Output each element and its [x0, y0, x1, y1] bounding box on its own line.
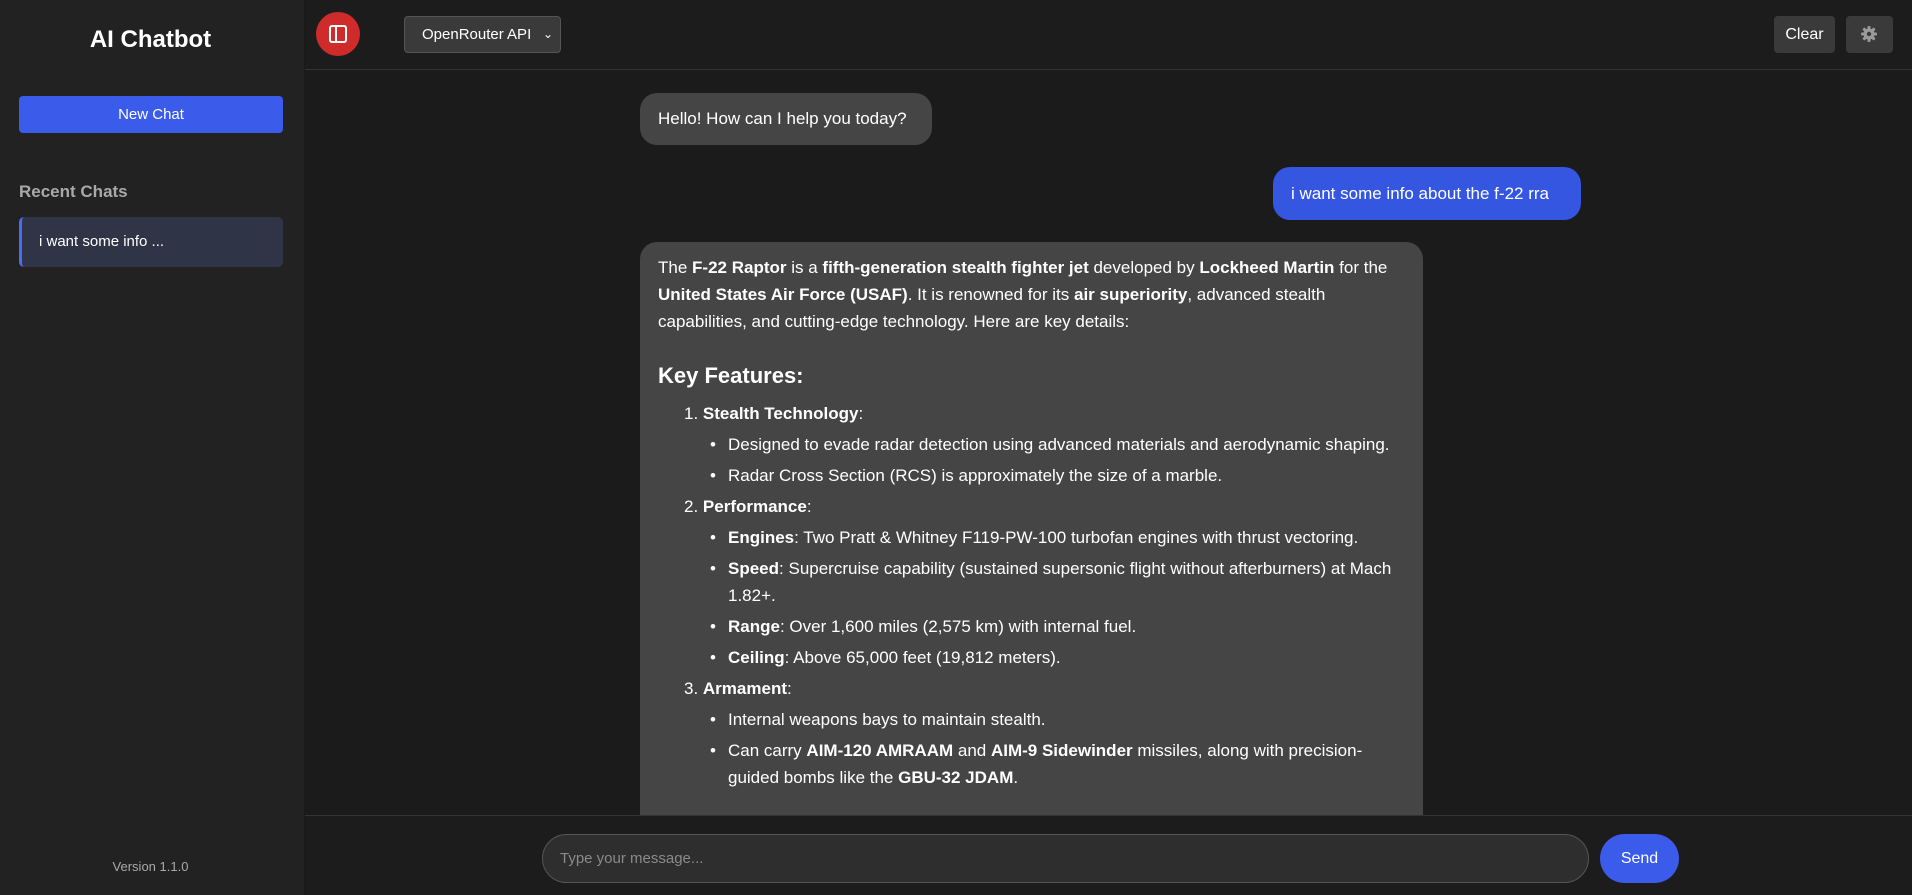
section-title: Armament	[702, 679, 787, 698]
message-input[interactable]	[542, 834, 1589, 883]
sidebar-panel-icon	[329, 25, 347, 43]
answer-sections: 1. Stealth Technology:Designed to evade …	[684, 400, 1405, 791]
bold-text: Ceiling	[728, 648, 785, 667]
text-run: developed by	[1088, 258, 1200, 277]
answer-intro: The F-22 Raptor is a fifth-generation st…	[658, 254, 1405, 335]
provider-select-value: OpenRouter API	[422, 26, 532, 43]
answer-section: 2. Performance:Engines: Two Pratt & Whit…	[684, 493, 1405, 671]
text-run: and	[953, 741, 991, 760]
text-run: for the	[1334, 258, 1388, 277]
input-bar: Send	[305, 815, 1912, 895]
section-number: 1.	[684, 404, 703, 423]
text-run: .	[1013, 768, 1019, 787]
bot-message-answer: The F-22 Raptor is a fifth-generation st…	[640, 242, 1423, 815]
bold-text: Engines	[728, 528, 795, 547]
bold-text: GBU-32 JDAM	[898, 768, 1014, 787]
bullet-item: Can carry AIM-120 AMRAAM and AIM-9 Sidew…	[710, 737, 1405, 791]
text-run: : Two Pratt & Whitney F119-PW-100 turbof…	[794, 528, 1359, 547]
sidebar-toggle-button[interactable]	[316, 12, 360, 56]
message-list[interactable]: Hello! How can I help you today? i want …	[305, 71, 1912, 815]
section-bullets: Internal weapons bays to maintain stealt…	[710, 706, 1405, 791]
text-run: Radar Cross Section (RCS) is approximate…	[728, 466, 1223, 485]
bullet-item: Engines: Two Pratt & Whitney F119-PW-100…	[710, 524, 1405, 551]
settings-button[interactable]	[1846, 16, 1893, 53]
section-number: 2.	[684, 497, 703, 516]
answer-heading: Key Features:	[658, 363, 804, 388]
clear-button[interactable]: Clear	[1774, 16, 1835, 53]
bold-text: F-22 Raptor	[692, 258, 787, 277]
text-run: Internal weapons bays to maintain stealt…	[728, 710, 1046, 729]
bold-text: Speed	[728, 559, 780, 578]
provider-select[interactable]: OpenRouter API ⌄	[404, 16, 561, 53]
text-run: The	[658, 258, 693, 277]
section-bullets: Designed to evade radar detection using …	[710, 431, 1405, 489]
text-run: : Supercruise capability (sustained supe…	[728, 559, 1392, 605]
text-run: : Above 65,000 feet (19,812 meters).	[784, 648, 1061, 667]
text-run: . It is renowned for its	[907, 285, 1074, 304]
bold-text: AIM-9 Sidewinder	[990, 741, 1133, 760]
bold-text: air superiority	[1073, 285, 1188, 304]
bold-text: fifth-generation stealth fighter jet	[822, 258, 1089, 277]
header-bar: OpenRouter API ⌄ Clear	[305, 0, 1912, 70]
section-number: 3.	[684, 679, 703, 698]
bullet-item: Range: Over 1,600 miles (2,575 km) with …	[710, 613, 1405, 640]
answer-section: 1. Stealth Technology:Designed to evade …	[684, 400, 1405, 489]
bold-text: AIM-120 AMRAAM	[806, 741, 954, 760]
app-title: AI Chatbot	[89, 26, 212, 53]
send-button[interactable]: Send	[1600, 834, 1679, 883]
section-title: Performance	[702, 497, 807, 516]
bold-text: Range	[728, 617, 780, 636]
text-run: Can carry	[728, 741, 807, 760]
user-message: i want some info about the f-22 rra	[1273, 167, 1581, 220]
bullet-item: Speed: Supercruise capability (sustained…	[710, 555, 1405, 609]
bullet-item: Radar Cross Section (RCS) is approximate…	[710, 462, 1405, 489]
sidebar: AI Chatbot New Chat Recent Chats i want …	[0, 0, 305, 895]
recent-chat-item[interactable]: i want some info ...	[19, 217, 283, 267]
bot-message: Hello! How can I help you today?	[640, 93, 932, 145]
version-label: Version 1.1.0	[112, 859, 189, 874]
new-chat-button[interactable]: New Chat	[19, 96, 283, 133]
bullet-item: Internal weapons bays to maintain stealt…	[710, 706, 1405, 733]
text-run: : Over 1,600 miles (2,575 km) with inter…	[779, 617, 1137, 636]
text-run: Designed to evade radar detection using …	[728, 435, 1390, 454]
answer-section: 3. Armament:Internal weapons bays to mai…	[684, 675, 1405, 791]
text-run: is a	[786, 258, 823, 277]
bullet-item: Ceiling: Above 65,000 feet (19,812 meter…	[710, 644, 1405, 671]
chevron-down-icon: ⌄	[542, 27, 553, 41]
recent-chats-heading: Recent Chats	[19, 182, 128, 201]
section-title: Stealth Technology	[702, 404, 859, 423]
section-bullets: Engines: Two Pratt & Whitney F119-PW-100…	[710, 524, 1405, 671]
gear-icon	[1861, 26, 1877, 42]
bold-text: United States Air Force (USAF)	[658, 285, 908, 304]
bold-text: Lockheed Martin	[1199, 258, 1335, 277]
bullet-item: Designed to evade radar detection using …	[710, 431, 1405, 458]
